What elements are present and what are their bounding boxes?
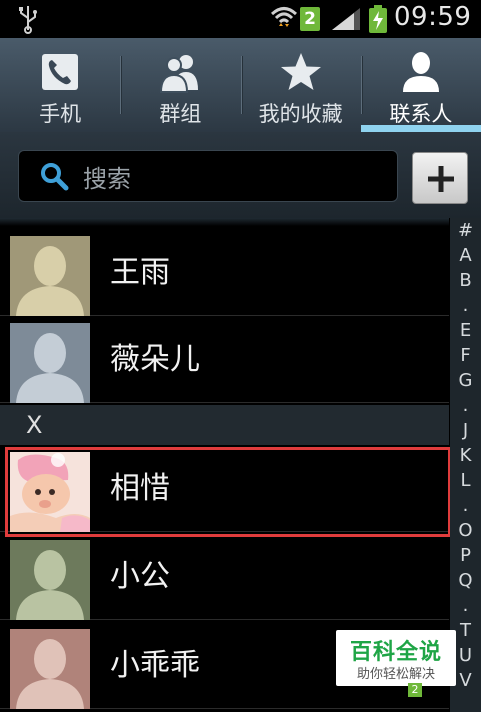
contact-name: 相惜 — [110, 471, 170, 506]
avatar — [10, 452, 90, 532]
avatar — [10, 540, 90, 620]
tab-groups[interactable]: 群组 — [120, 38, 240, 132]
default-avatar-icon — [16, 246, 84, 316]
sim-badge: 2 — [300, 7, 320, 31]
index-letter[interactable]: F — [460, 343, 470, 368]
battery-icon — [369, 5, 387, 33]
usb-icon — [19, 6, 37, 34]
index-letter[interactable]: O — [458, 518, 472, 543]
section-header: X — [0, 405, 449, 445]
search-icon — [41, 163, 69, 191]
group-icon — [160, 55, 199, 93]
contact-row[interactable]: 小公 — [0, 534, 449, 620]
tab-label: 手机 — [39, 102, 82, 126]
watermark-logo: 百科全说 助你轻松解决 — [336, 630, 456, 686]
signal-icon — [332, 8, 360, 30]
avatar — [10, 236, 90, 316]
index-letter[interactable]: V — [459, 668, 471, 693]
default-avatar-icon — [16, 333, 84, 403]
baby-photo — [10, 452, 90, 532]
person-icon — [402, 52, 439, 92]
index-letter[interactable]: # — [458, 218, 473, 243]
index-letter[interactable]: G — [459, 368, 473, 393]
star-icon — [280, 53, 321, 90]
contact-name: 薇朵儿 — [110, 342, 200, 377]
watermark-title: 百科全说 — [349, 640, 442, 665]
notification-badge: 2 — [408, 683, 422, 697]
index-letter[interactable]: J — [463, 418, 468, 443]
index-letter[interactable]: P — [460, 543, 471, 568]
tab-bar: 手机 群组 我的收藏 联系人 — [0, 38, 481, 132]
contact-name: 小公 — [110, 559, 170, 594]
clock: 09:59 — [394, 2, 472, 32]
tab-contacts[interactable]: 联系人 — [360, 38, 481, 132]
index-letter[interactable]: K — [460, 443, 472, 468]
tab-label: 群组 — [159, 102, 202, 126]
default-avatar-icon — [16, 639, 84, 709]
avatar — [10, 629, 90, 709]
section-letter: X — [26, 411, 43, 439]
search-input[interactable]: 搜索 — [18, 150, 398, 202]
search-area: 搜索 — [0, 132, 481, 218]
index-letter[interactable]: . — [463, 593, 469, 618]
contact-row[interactable]: 相惜 — [0, 446, 449, 532]
index-letter[interactable]: T — [460, 618, 471, 643]
contact-row[interactable]: 王雨 — [0, 230, 449, 316]
watermark-subtitle: 助你轻松解决 — [356, 667, 435, 682]
contact-name: 小乖乖 — [110, 648, 200, 683]
plus-icon — [428, 166, 454, 192]
wifi-icon — [270, 7, 298, 27]
index-letter[interactable]: . — [463, 493, 469, 518]
tab-phone[interactable]: 手机 — [0, 38, 120, 132]
index-letter[interactable]: E — [460, 318, 471, 343]
contact-row[interactable]: 薇朵儿 — [0, 317, 449, 403]
index-letter[interactable]: . — [463, 393, 469, 418]
tab-label: 我的收藏 — [258, 102, 343, 126]
tab-label: 联系人 — [389, 102, 453, 126]
index-letter[interactable]: . — [463, 293, 469, 318]
index-letter[interactable]: U — [459, 643, 472, 668]
default-avatar-icon — [16, 550, 84, 620]
index-letter[interactable]: Q — [458, 568, 472, 593]
index-letter[interactable]: B — [459, 268, 471, 293]
tab-favorites[interactable]: 我的收藏 — [240, 38, 361, 132]
search-placeholder: 搜索 — [83, 164, 131, 193]
contact-name: 王雨 — [110, 255, 170, 290]
index-letter[interactable]: L — [460, 468, 470, 493]
avatar — [10, 323, 90, 403]
index-letter[interactable]: A — [459, 243, 471, 268]
add-contact-button[interactable] — [412, 152, 468, 204]
status-bar: 2 09:59 — [0, 0, 481, 38]
phone-icon — [42, 54, 79, 90]
